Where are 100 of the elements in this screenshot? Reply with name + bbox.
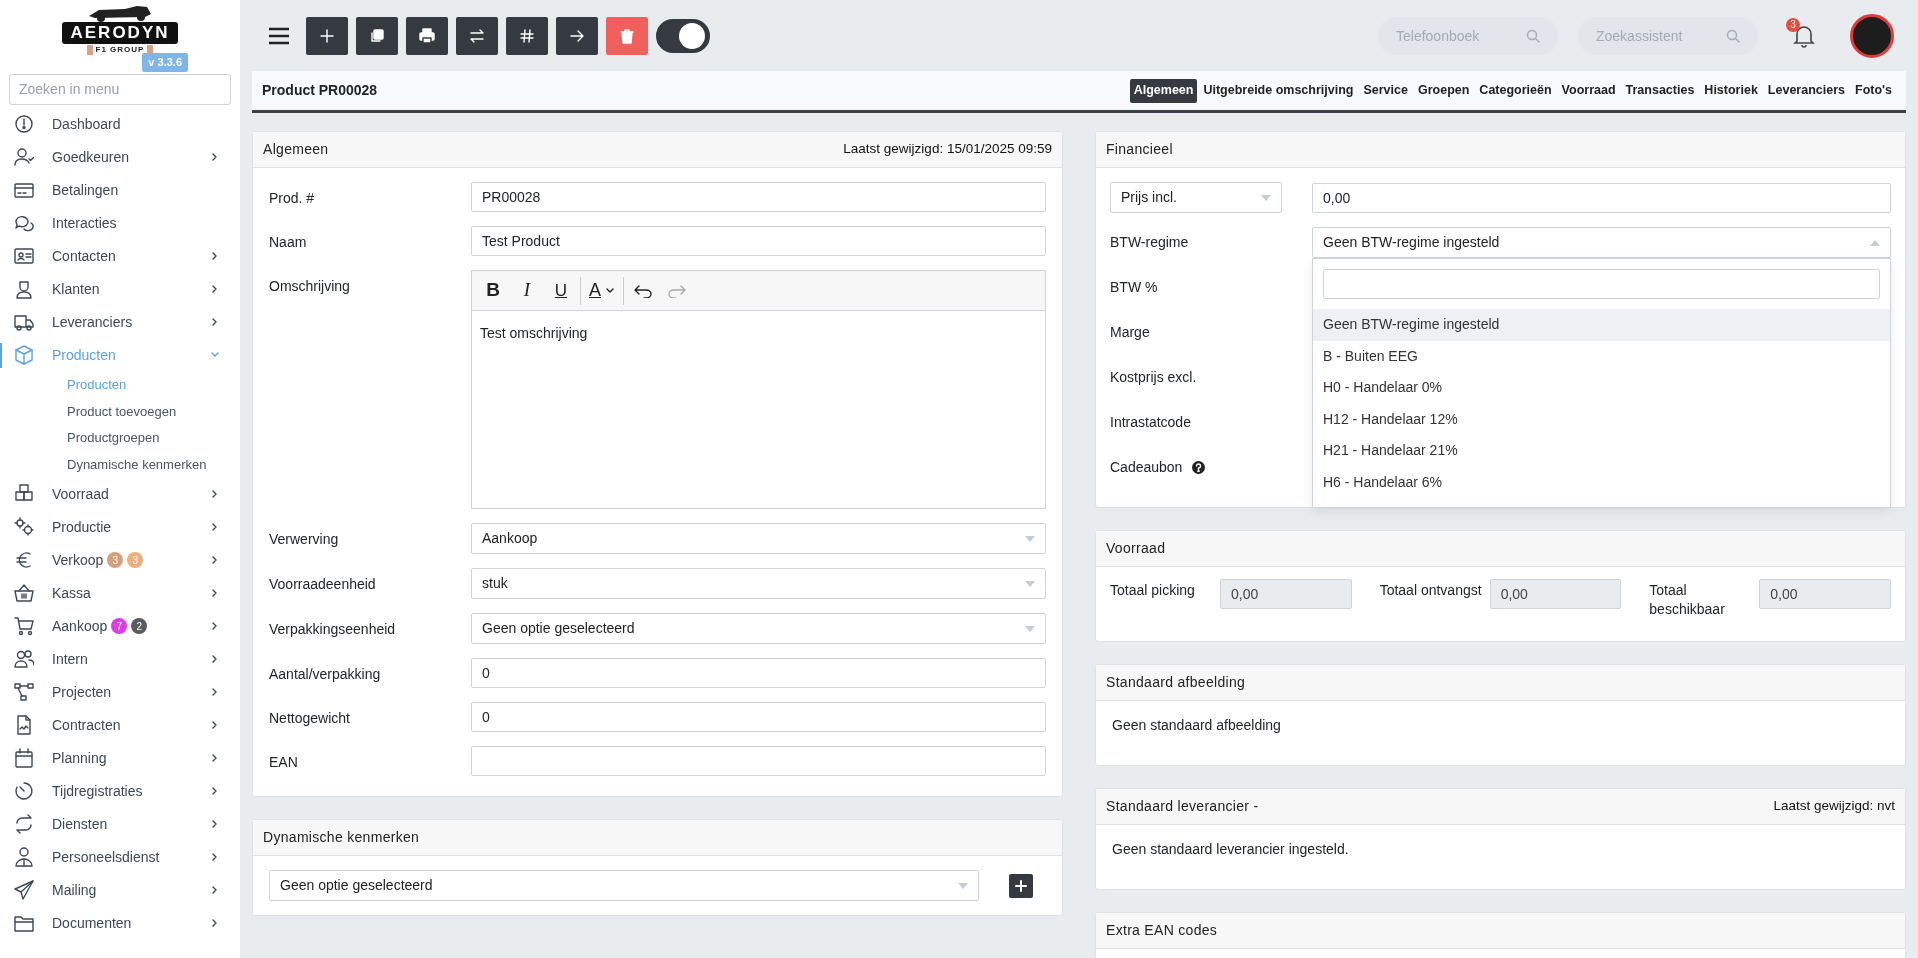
tab[interactable]: Historiek <box>1700 78 1762 103</box>
sidebar-item[interactable]: Personeelsdienst <box>0 840 240 874</box>
add-button[interactable] <box>1009 873 1033 898</box>
readonly-field[interactable]: 0,00 <box>1489 579 1622 609</box>
select-field[interactable]: Geen BTW-regime ingesteld <box>1312 227 1891 258</box>
sidebar-item[interactable]: Voorraad <box>0 477 240 511</box>
toolbar-button[interactable] <box>306 16 348 55</box>
tab[interactable]: Groepen <box>1413 78 1474 103</box>
select-field[interactable]: Geen optie geselecteerd <box>269 870 979 901</box>
search-field[interactable]: Telefoonboek <box>1378 16 1558 55</box>
field-label: Totaal ontvangst <box>1379 581 1483 600</box>
input-field[interactable]: 0 <box>471 658 1046 688</box>
user-check-icon <box>14 147 34 167</box>
field-label: Totaal picking <box>1110 581 1196 600</box>
caret-down-icon <box>958 882 968 889</box>
sidebar-item[interactable]: Projecten <box>0 675 240 709</box>
timer-icon <box>14 781 34 802</box>
notification-badge: 3 <box>1786 17 1800 32</box>
input-field[interactable]: Test Product <box>471 226 1046 256</box>
underline-button[interactable]: U <box>546 275 576 306</box>
trash-icon <box>619 27 635 44</box>
version-badge: v 3.3.6 <box>142 53 188 72</box>
sidebar-item[interactable]: Kassa <box>0 576 240 610</box>
sidebar-item[interactable]: Aankoop 7 2 <box>0 609 240 643</box>
sidebar-item[interactable]: Goedkeuren <box>0 140 240 174</box>
italic-button[interactable]: I <box>512 275 542 306</box>
dropdown-option[interactable]: H12 - Handelaar 12% <box>1313 403 1890 435</box>
toolbar-button[interactable] <box>406 16 448 55</box>
sidebar-subitem[interactable]: Productgroepen <box>0 424 240 452</box>
sidebar-item[interactable]: Klanten <box>0 272 240 306</box>
tab[interactable]: Transacties <box>1621 78 1699 103</box>
input-field[interactable]: 0,00 <box>1312 182 1891 213</box>
dropdown-option[interactable]: H0 - Handelaar 0% <box>1313 372 1890 404</box>
tab[interactable]: Algemeen <box>1129 78 1198 103</box>
text-color-button[interactable]: A <box>585 275 619 306</box>
tab[interactable]: Uitgebreide omschrijving <box>1199 78 1358 103</box>
input-field[interactable]: 0 <box>471 702 1046 732</box>
sidebar-item[interactable]: Mailing <box>0 873 240 907</box>
sidebar-item[interactable]: Tijdregistraties <box>0 774 240 808</box>
copy-icon <box>369 27 385 44</box>
dropdown-search-field[interactable] <box>1323 269 1880 299</box>
dropdown-option[interactable]: H21 - Handelaar 21% <box>1313 435 1890 467</box>
tab[interactable]: Service <box>1359 78 1412 103</box>
sidebar-item[interactable]: Leveranciers <box>0 305 240 339</box>
bold-button[interactable]: B <box>478 275 508 306</box>
tab[interactable]: Voorraad <box>1557 78 1620 103</box>
editor-text[interactable]: Test omschrijving <box>472 311 1045 356</box>
truck-icon <box>14 312 34 332</box>
caret-up-icon <box>1870 239 1880 246</box>
card-title: Standaard afbeelding <box>1106 673 1246 692</box>
input-field[interactable] <box>471 746 1046 776</box>
sidebar-item[interactable]: Productie <box>0 510 240 544</box>
field-label: Totaal beschikbaar <box>1649 581 1726 619</box>
caret-down-icon <box>1025 580 1035 587</box>
tab[interactable]: Foto's <box>1851 78 1896 103</box>
dropdown-option[interactable]: H6 - Handelaar 6% <box>1313 466 1890 498</box>
count-badge: 2 <box>131 618 148 635</box>
search-field[interactable]: Zoekassistent <box>1578 16 1758 55</box>
dropdown-option[interactable]: Geen BTW-regime ingesteld <box>1313 309 1890 341</box>
select-field[interactable]: Aankoop <box>471 523 1046 554</box>
field-label: Voorraadeenheid <box>269 575 377 594</box>
sidebar-subitem[interactable]: Dynamische kenmerken <box>0 451 240 478</box>
toggle-switch[interactable] <box>656 18 710 53</box>
sidebar-item[interactable]: Betalingen <box>0 173 240 207</box>
tab[interactable]: Leveranciers <box>1763 78 1849 103</box>
sidebar-item[interactable]: Diensten <box>0 807 240 841</box>
sidebar-item[interactable]: Verkoop 3 3 <box>0 543 240 577</box>
sidebar-subitem[interactable]: Product toevoegen <box>0 398 240 425</box>
sidebar-item[interactable]: Contracten <box>0 708 240 742</box>
select-field[interactable]: Prijs incl. <box>1110 182 1282 213</box>
help-icon[interactable] <box>1192 461 1206 474</box>
field-label: Verpakkingseenheid <box>269 620 397 639</box>
menu-search-field[interactable]: Zoeken in menu <box>9 73 231 105</box>
sidebar-item[interactable]: Contacten <box>0 239 240 273</box>
box-icon <box>14 345 34 365</box>
id-card-icon <box>14 246 34 266</box>
toolbar-button[interactable] <box>556 16 598 55</box>
field-label: Verwerving <box>269 530 340 549</box>
readonly-field[interactable]: 0,00 <box>1759 579 1891 609</box>
select-field[interactable]: stuk <box>471 568 1046 599</box>
undo-arrow-icon <box>634 283 652 298</box>
tab[interactable]: Categorieën <box>1475 78 1556 103</box>
toolbar-button[interactable] <box>356 16 398 55</box>
sidebar-item[interactable]: Documenten <box>0 906 240 940</box>
plus-icon <box>319 27 335 44</box>
input-field[interactable]: PR00028 <box>471 182 1046 212</box>
user-icon <box>14 279 34 299</box>
toolbar-button[interactable] <box>506 16 548 55</box>
toolbar-button[interactable] <box>456 16 498 55</box>
sidebar-item[interactable]: Interacties <box>0 206 240 240</box>
sidebar-item[interactable]: Planning <box>0 741 240 775</box>
dropdown-option[interactable]: B - Buiten EEG <box>1313 340 1890 372</box>
field-label: Omschrijving <box>269 277 351 296</box>
sidebar-item[interactable]: Intern <box>0 642 240 676</box>
redo-arrow-icon <box>668 283 686 298</box>
avatar[interactable] <box>1850 13 1894 58</box>
sidebar-item[interactable]: Dashboard <box>0 107 240 141</box>
readonly-field[interactable]: 0,00 <box>1220 579 1352 609</box>
select-field[interactable]: Geen optie geselecteerd <box>471 613 1046 644</box>
caret-down-icon <box>1025 625 1035 632</box>
